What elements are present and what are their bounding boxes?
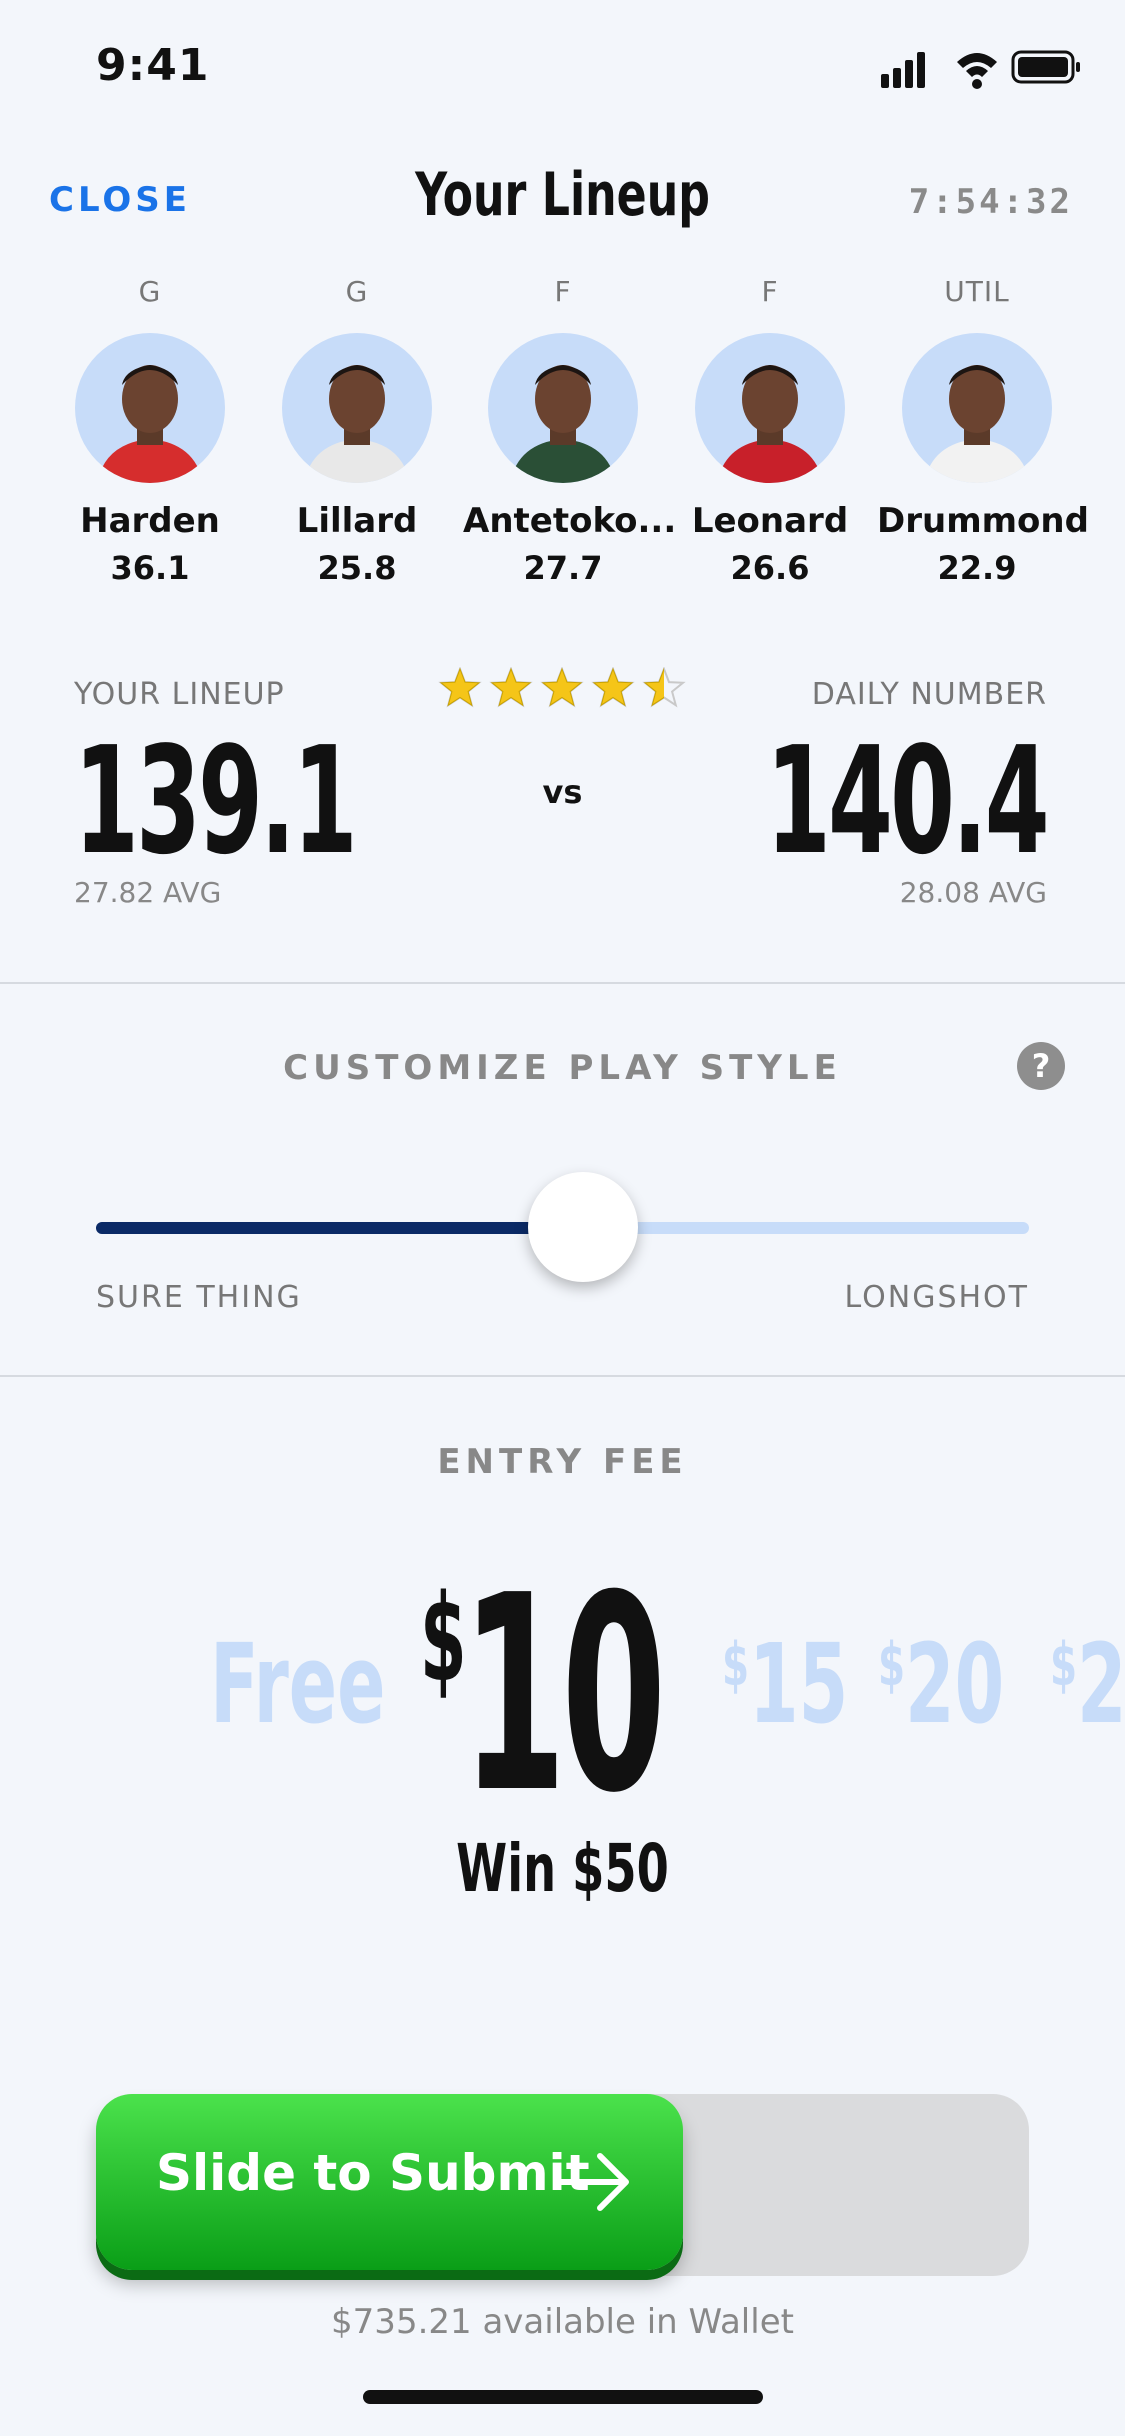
player-score: 36.1	[110, 549, 190, 587]
player-name: Antetoko...	[463, 501, 677, 541]
fee-selected[interactable]: $10	[420, 1560, 666, 1830]
section-divider	[0, 1375, 1125, 1377]
daily-number-avg: 28.08 AVG	[899, 876, 1047, 909]
countdown-timer: 7:54:32	[908, 182, 1073, 222]
play-style-slider-thumb[interactable]	[527, 1172, 638, 1282]
wifi-icon	[957, 53, 997, 89]
fee-option-partial[interactable]: $2	[1050, 1620, 1125, 1748]
player-avatar	[488, 333, 638, 483]
daily-number-total: 140.4	[766, 715, 1050, 887]
player-card[interactable]: F Leonard 26.6	[670, 275, 870, 587]
player-avatar	[75, 333, 225, 483]
player-card[interactable]: UTIL Drummond 22.9	[877, 275, 1089, 587]
signal-icon	[881, 52, 925, 88]
player-score: 22.9	[937, 549, 1017, 587]
win-amount: Win $50	[456, 1830, 669, 1907]
status-icons	[881, 50, 1080, 89]
entry-fee-title: ENTRY FEE	[437, 1442, 688, 1482]
player-score: 25.8	[317, 549, 397, 587]
player-name: Harden	[80, 501, 220, 541]
player-score: 26.6	[730, 549, 810, 587]
player-position: UTIL	[944, 275, 1010, 308]
player-position: G	[138, 275, 162, 308]
star-filled	[592, 667, 634, 707]
sure-thing-label: SURE THING	[96, 1280, 302, 1315]
battery-icon	[1011, 50, 1080, 84]
help-button[interactable]: ?	[1017, 1042, 1065, 1090]
player-card[interactable]: G Lillard 25.8	[257, 275, 457, 587]
player-card[interactable]: F Antetoko... 27.7	[463, 275, 677, 587]
section-divider	[0, 982, 1125, 984]
player-name: Drummond	[877, 501, 1089, 541]
longshot-label: LONGSHOT	[844, 1280, 1029, 1315]
player-position: G	[345, 275, 369, 308]
player-score: 27.7	[523, 549, 603, 587]
play-style-slider-fill	[96, 1222, 563, 1234]
arrow-right-icon	[556, 2153, 629, 2211]
player-avatar	[902, 333, 1052, 483]
your-lineup-avg: 27.82 AVG	[74, 876, 222, 909]
your-lineup-label: YOUR LINEUP	[74, 677, 285, 712]
slide-submit-button[interactable]: Slide to Submit	[96, 2094, 683, 2270]
star-filled	[490, 667, 532, 707]
player-name: Lillard	[296, 501, 418, 541]
fee-option-15[interactable]: $15	[722, 1620, 848, 1748]
fee-option-free[interactable]: Free	[210, 1620, 385, 1748]
wallet-balance: $735.21 available in Wallet	[331, 2302, 794, 2342]
player-name: Leonard	[691, 501, 849, 541]
player-card[interactable]: G Harden 36.1	[50, 275, 250, 587]
rating-stars	[438, 667, 686, 708]
star-filled	[439, 667, 481, 707]
fee-option-20[interactable]: $20	[878, 1620, 1004, 1748]
slide-submit-label: Slide to Submit	[156, 2144, 590, 2202]
page-title: Your Lineup	[415, 160, 710, 230]
player-position: F	[761, 275, 779, 308]
star-filled	[541, 667, 583, 707]
player-position: F	[554, 275, 572, 308]
status-time: 9:41	[96, 40, 210, 91]
player-avatar	[695, 333, 845, 483]
customize-play-style-title: CUSTOMIZE PLAY STYLE	[283, 1048, 842, 1088]
daily-number-label: DAILY NUMBER	[811, 677, 1047, 712]
player-avatar	[282, 333, 432, 483]
home-indicator	[363, 2390, 763, 2404]
